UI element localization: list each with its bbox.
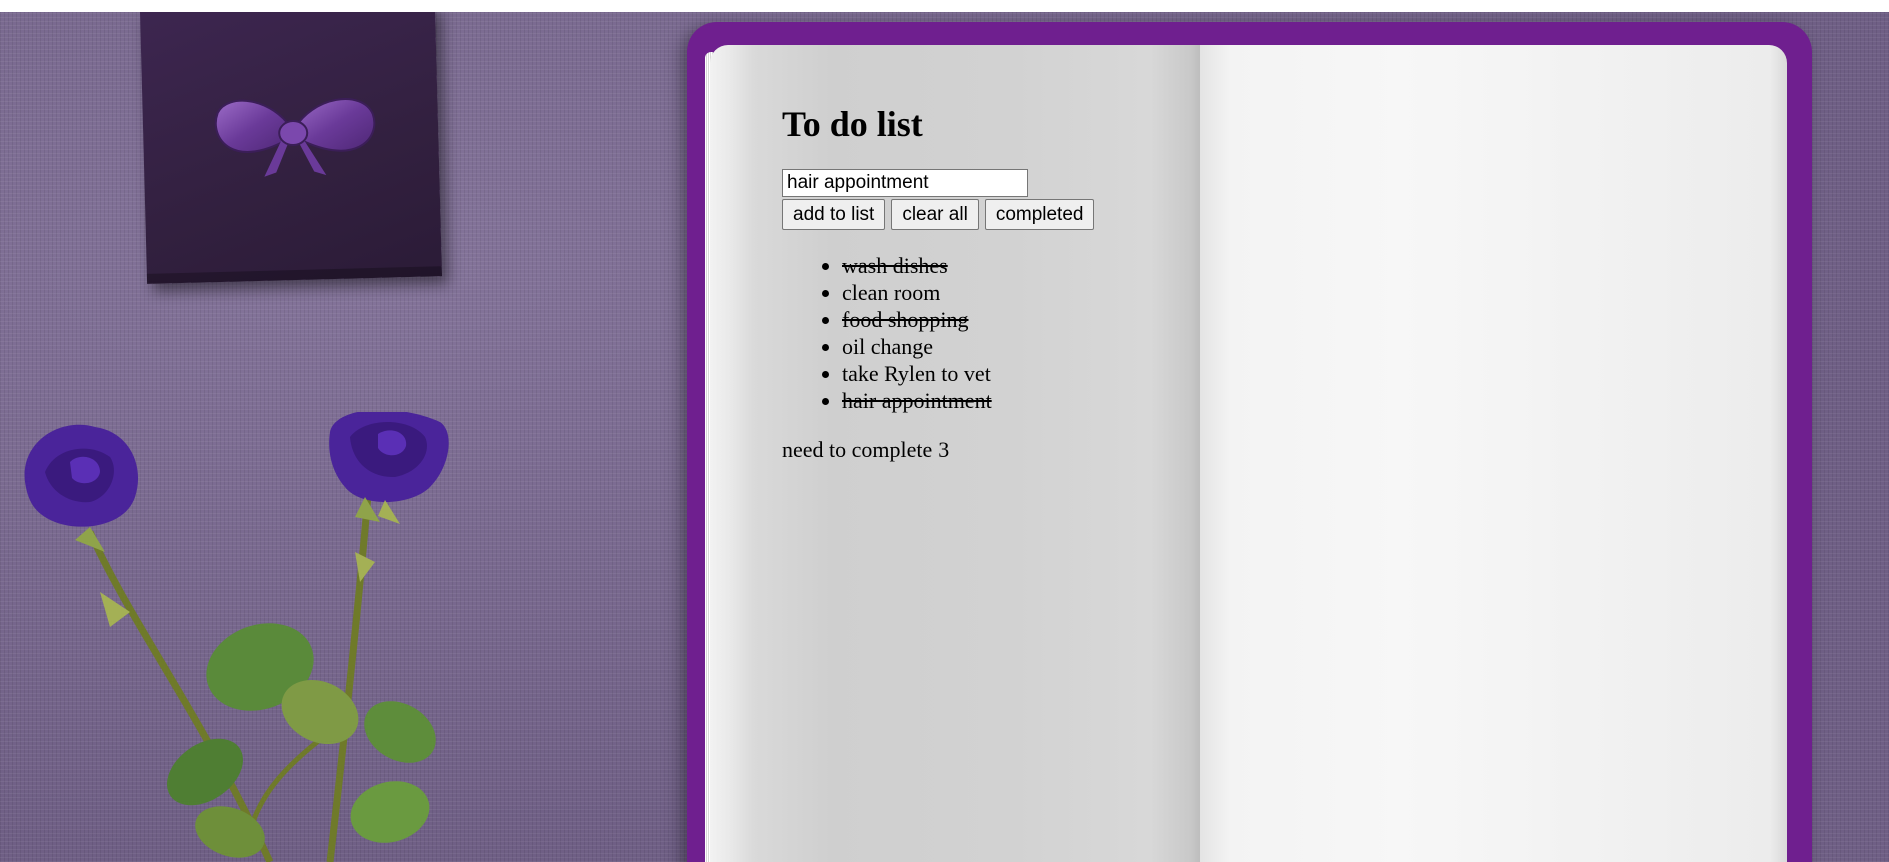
list-item[interactable]: wash dishes <box>842 252 1094 279</box>
remaining-label: need to complete <box>782 437 933 462</box>
remaining-number: 3 <box>938 437 950 462</box>
leaf-icon <box>350 781 430 843</box>
leaf-icon <box>364 701 436 763</box>
list-item[interactable]: clean room <box>842 279 1094 306</box>
task-input[interactable] <box>782 169 1028 197</box>
gift-box-decoration <box>140 12 443 284</box>
page-title: To do list <box>782 104 923 144</box>
add-to-list-button[interactable]: add to list <box>782 199 886 230</box>
list-item[interactable]: hair appointment <box>842 387 1094 414</box>
rose-icon <box>24 424 139 552</box>
clear-all-button[interactable]: clear all <box>891 199 979 230</box>
todo-app: To do list add to list clear all complet… <box>782 95 1095 463</box>
bow-icon <box>214 98 376 177</box>
list-item[interactable]: food shopping <box>842 306 1094 333</box>
button-row: add to list clear all completed <box>782 199 1095 230</box>
rose-icon <box>329 412 449 524</box>
roses-decoration <box>24 412 449 862</box>
gift-box-edge <box>146 266 443 284</box>
notebook-right-page <box>1200 45 1787 862</box>
list-item[interactable]: oil change <box>842 333 1094 360</box>
remaining-count: need to complete 3 <box>782 436 1094 463</box>
list-item[interactable]: take Rylen to vet <box>842 360 1094 387</box>
todo-list: wash dishes clean room food shopping oil… <box>782 252 1094 414</box>
completed-button[interactable]: completed <box>984 199 1095 230</box>
